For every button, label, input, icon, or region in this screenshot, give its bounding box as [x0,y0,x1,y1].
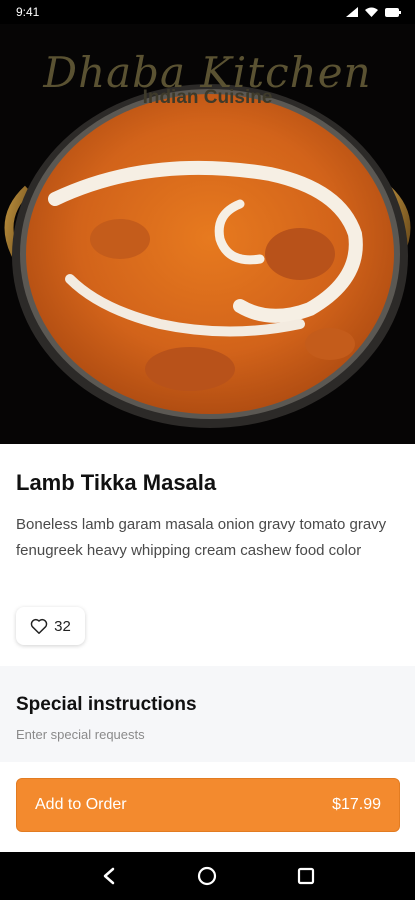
order-price: $17.99 [332,796,381,813]
special-instructions-title: Special instructions [16,694,197,715]
signal-icon [346,7,358,17]
like-button[interactable]: 32 [16,607,85,645]
heart-icon [30,618,48,634]
special-instructions-input[interactable] [16,722,399,746]
restaurant-subtitle: Indian Cuisine [142,87,273,108]
battery-icon [385,7,401,17]
special-instructions-section: Special instructions [0,666,415,762]
dish-image: Dhaba Kitchen Indian Cuisine [0,24,415,444]
nav-back-button[interactable] [89,856,129,896]
item-details: Lamb Tikka Masala Boneless lamb garam ma… [0,444,415,852]
wifi-icon [365,7,378,17]
item-description: Boneless lamb garam masala onion gravy t… [16,516,387,559]
like-count: 32 [54,617,71,635]
back-icon [103,867,115,885]
home-icon [198,866,217,886]
status-time: 9:41 [16,5,40,19]
add-to-order-label: Add to Order [35,796,127,813]
nav-home-button[interactable] [187,856,227,896]
status-bar: 9:41 [0,0,415,24]
system-nav-bar [0,852,415,900]
recents-icon [297,867,314,885]
nav-recents-button[interactable] [286,856,326,896]
item-name: Lamb Tikka Masala [16,470,217,495]
add-to-order-button[interactable]: Add to Order $17.99 [16,778,400,832]
status-icons [346,7,401,17]
